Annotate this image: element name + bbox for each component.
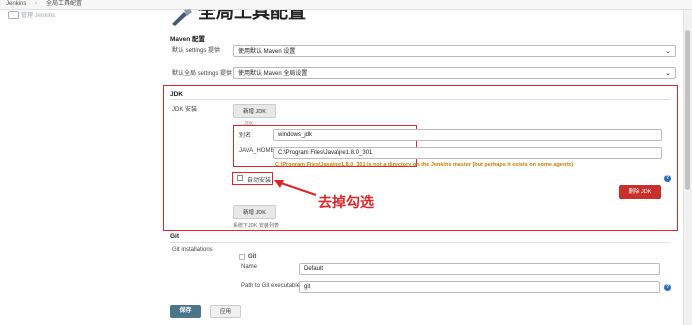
breadcrumb-separator: › xyxy=(35,1,37,7)
git-item-handle[interactable] xyxy=(239,254,245,260)
add-jdk-button[interactable]: 新增 JDK xyxy=(233,104,276,118)
jdk-home-label: JAVA_HOME xyxy=(239,148,275,154)
maven-global-settings-value: 使用默认 Maven 全局设置 xyxy=(238,71,308,77)
breadcrumb-bar: Jenkins › 全局工具配置 xyxy=(0,0,692,10)
maven-global-settings-label: 默认全局 settings 提供 xyxy=(172,71,233,77)
delete-jdk-button[interactable]: 删除 JDK xyxy=(619,185,661,199)
git-name-label: Name xyxy=(241,264,258,270)
scrollbar-thumb[interactable] xyxy=(685,30,690,190)
sidebar-item-manage-jenkins[interactable]: 管理 Jenkins xyxy=(8,10,56,20)
breadcrumb-current[interactable]: 全局工具配置 xyxy=(46,0,82,9)
chevron-down-icon: ⌄ xyxy=(665,70,671,77)
auto-install-checkbox[interactable] xyxy=(237,175,243,181)
jdk-home-warning: C:\Program Files\Java\jre1.8.0_301 is no… xyxy=(275,162,574,168)
manage-icon xyxy=(8,11,19,20)
jdk-list-note: 系统下JDK 安装列表 xyxy=(233,223,279,229)
maven-global-settings-select[interactable]: 使用默认 Maven 全局设置 ⌄ xyxy=(233,67,676,79)
sidebar-item-label: 管理 Jenkins xyxy=(21,13,56,19)
divider xyxy=(170,99,670,100)
git-path-label: Path to Git executable xyxy=(241,283,301,289)
jdk-install-label: JDK 安装 xyxy=(172,107,198,113)
jdk-section-title: JDK xyxy=(170,91,184,98)
git-section-title: Git xyxy=(170,233,180,240)
git-installations-label: Git installations xyxy=(172,247,213,253)
chevron-down-icon: ⌄ xyxy=(665,48,671,55)
auto-install-label: 自动安装 xyxy=(247,178,272,184)
maven-settings-value: 使用默认 Maven 设置 xyxy=(238,49,296,55)
breadcrumb-root[interactable]: Jenkins xyxy=(6,0,26,9)
apply-button[interactable]: 应用 xyxy=(210,305,241,318)
divider xyxy=(170,242,670,243)
help-icon[interactable]: ? xyxy=(664,284,671,291)
scrollbar[interactable] xyxy=(683,10,692,325)
wrench-screwdriver-icon xyxy=(172,9,192,26)
annotation-arrow-icon xyxy=(274,180,317,196)
git-path-input[interactable]: git xyxy=(299,281,660,293)
jdk-home-input[interactable]: C:\Program Files\Java\jre1.8.0_301 xyxy=(273,147,662,159)
help-icon[interactable]: ? xyxy=(664,175,671,182)
maven-settings-select[interactable]: 使用默认 Maven 设置 ⌄ xyxy=(233,45,676,57)
jdk-alias-label: 别名 xyxy=(239,133,252,139)
maven-settings-label: 默认 settings 提供 xyxy=(172,48,221,54)
jdk-alias-input[interactable]: windows_jdk xyxy=(273,129,662,141)
annotation-text: 去掉勾选 xyxy=(318,194,374,210)
save-button[interactable]: 保存 xyxy=(170,305,201,318)
git-item-header: Git xyxy=(248,254,257,260)
add-jdk-button-2[interactable]: 新增 JDK xyxy=(233,205,276,219)
maven-section-title: Maven 配置 xyxy=(170,36,206,43)
git-name-input[interactable]: Default xyxy=(299,263,660,275)
